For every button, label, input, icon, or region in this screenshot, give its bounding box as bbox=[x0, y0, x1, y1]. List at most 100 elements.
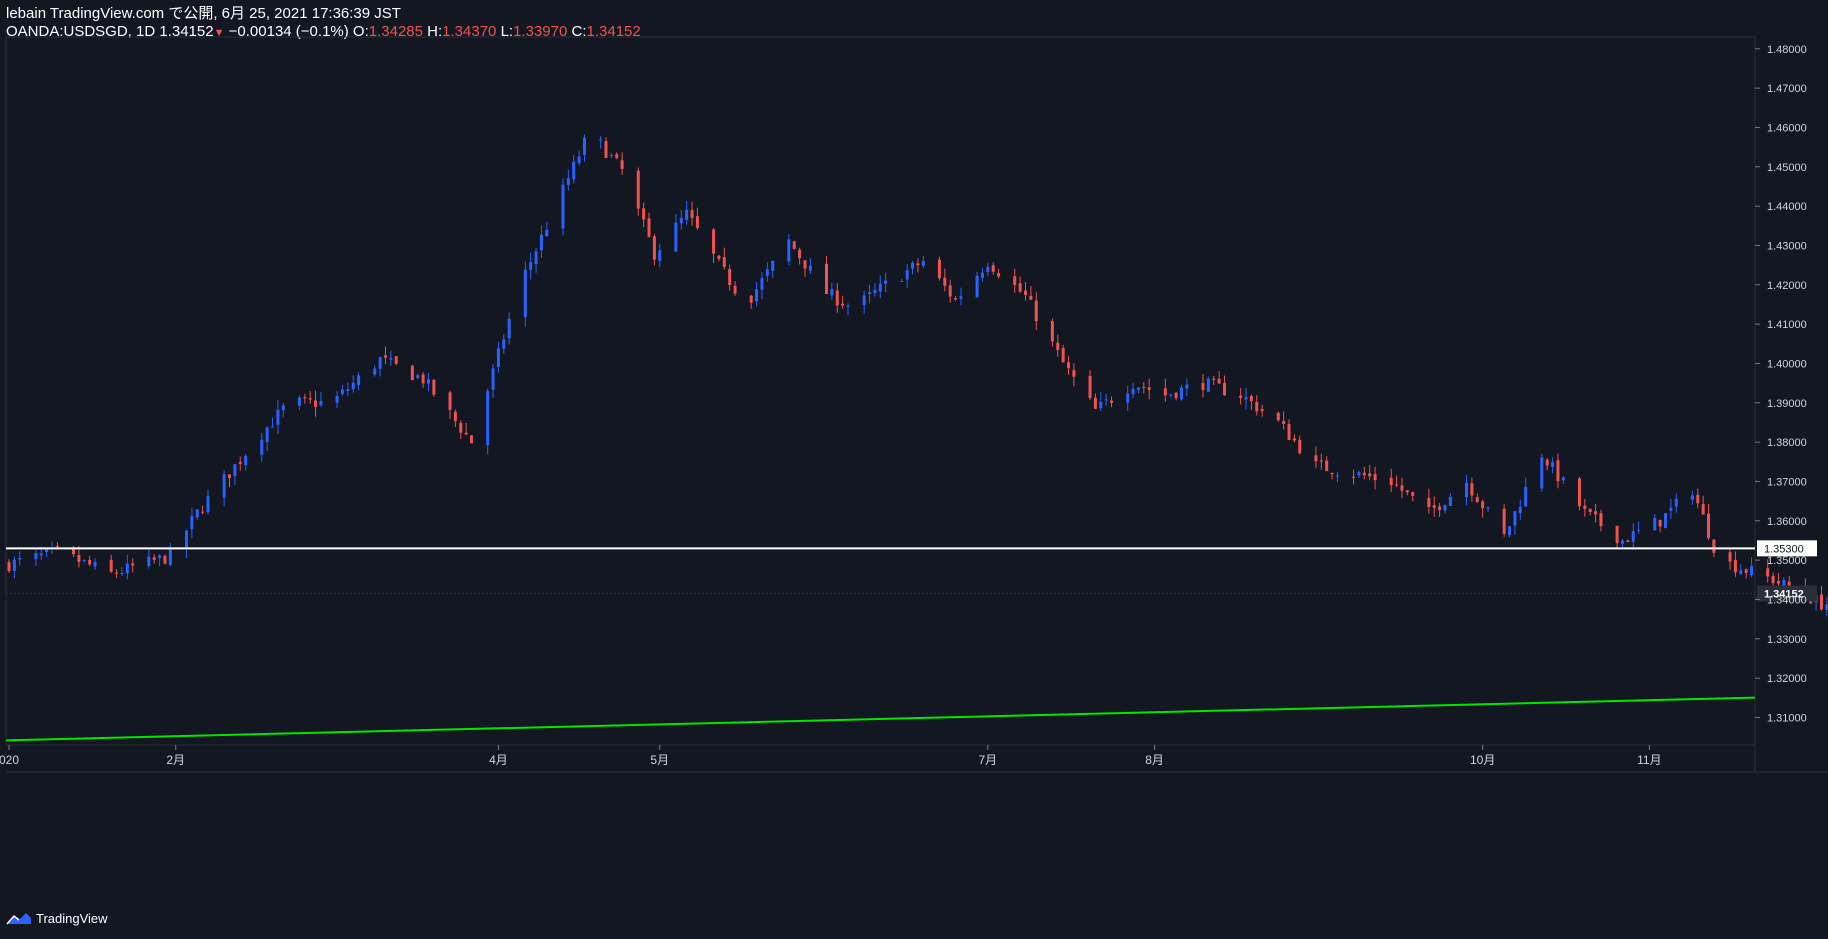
candle-body bbox=[792, 241, 796, 249]
candle-body bbox=[1739, 570, 1743, 574]
candle-body bbox=[539, 234, 543, 251]
candle-body bbox=[1244, 397, 1248, 400]
candles-group bbox=[7, 134, 1828, 617]
candle-body bbox=[502, 339, 506, 349]
candle-body bbox=[1179, 387, 1183, 400]
candle-body bbox=[1314, 455, 1318, 462]
time-axis[interactable]: 0202月4月5月7月8月10月11月20213月4月5月7月8月9月10月 bbox=[0, 745, 1828, 767]
time-tick-label: 11月 bbox=[1637, 753, 1661, 767]
candle-body bbox=[357, 375, 361, 385]
candle-body bbox=[868, 292, 872, 294]
candle-body bbox=[308, 398, 312, 400]
candle-body bbox=[1282, 421, 1286, 424]
candle-body bbox=[1335, 475, 1339, 477]
candle-body bbox=[943, 277, 947, 286]
candle-body bbox=[1674, 498, 1678, 507]
candle-body bbox=[1690, 495, 1694, 500]
candle-body bbox=[1733, 560, 1737, 573]
candle-body bbox=[1513, 511, 1517, 526]
candle-body bbox=[346, 389, 350, 392]
candle-body bbox=[1110, 400, 1114, 404]
candle-body bbox=[39, 553, 43, 556]
candle-body bbox=[464, 432, 468, 435]
candle-body bbox=[1664, 513, 1668, 528]
candle-body bbox=[1448, 496, 1452, 506]
candle-body bbox=[1319, 460, 1323, 462]
candle-body bbox=[712, 229, 716, 254]
candle-body bbox=[297, 397, 301, 406]
candle-body bbox=[1185, 384, 1189, 389]
candle-body bbox=[523, 269, 527, 318]
price-tick-label: 1.32000 bbox=[1767, 673, 1807, 685]
candle-body bbox=[1287, 424, 1291, 440]
candle-body bbox=[276, 409, 280, 425]
candle-body bbox=[1561, 477, 1565, 481]
candle-body bbox=[260, 439, 264, 455]
candle-body bbox=[1400, 485, 1404, 491]
candlestick-chart[interactable]: 1.353001.34152 1.310001.320001.330001.34… bbox=[0, 0, 1828, 939]
time-tick-label: 10月 bbox=[1470, 753, 1495, 767]
candle-body bbox=[55, 545, 59, 547]
candle-body bbox=[1276, 413, 1280, 421]
candle-body bbox=[1029, 295, 1033, 300]
candle-body bbox=[448, 392, 452, 410]
candle-body bbox=[679, 217, 683, 224]
candle-body bbox=[959, 296, 963, 299]
candle-body bbox=[1368, 473, 1372, 477]
candle-body bbox=[878, 283, 882, 292]
candle-body bbox=[1099, 401, 1103, 409]
candle-body bbox=[1432, 505, 1436, 508]
candle-body bbox=[722, 257, 726, 267]
candle-body bbox=[1556, 460, 1560, 482]
candle-body bbox=[1583, 505, 1587, 509]
candle-body bbox=[873, 290, 877, 294]
candle-body bbox=[561, 184, 565, 229]
price-tick-label: 1.46000 bbox=[1767, 122, 1807, 134]
candle-body bbox=[1395, 484, 1399, 486]
candle-body bbox=[620, 160, 624, 169]
candle-body bbox=[233, 464, 237, 477]
price-axis[interactable]: 1.31000 1.32000 1.33000 1.34000 1.35000 1.360… bbox=[1755, 44, 1807, 725]
candle-body bbox=[1744, 569, 1748, 573]
candle-body bbox=[1669, 507, 1673, 511]
candle-body bbox=[674, 222, 678, 252]
candle-body bbox=[1524, 486, 1528, 507]
tradingview-branding[interactable]: TradingView bbox=[6, 910, 108, 926]
candle-body bbox=[1438, 506, 1442, 511]
candle-body bbox=[921, 260, 925, 266]
time-tick-label: 2月 bbox=[166, 753, 185, 767]
candle-body bbox=[1104, 399, 1108, 401]
candle-body bbox=[1551, 462, 1555, 468]
candle-body bbox=[1782, 579, 1786, 586]
candle-body bbox=[803, 260, 807, 269]
candle-body bbox=[1712, 539, 1716, 553]
candle-body bbox=[1707, 513, 1711, 539]
price-tick-label: 1.48000 bbox=[1767, 44, 1807, 56]
candle-body bbox=[615, 154, 619, 159]
candle-body bbox=[222, 474, 226, 498]
candle-body bbox=[1013, 276, 1017, 286]
price-tick-label: 1.40000 bbox=[1767, 358, 1807, 370]
candle-body bbox=[948, 285, 952, 297]
candle-body bbox=[652, 236, 656, 260]
candle-body bbox=[271, 426, 275, 428]
candle-body bbox=[1750, 566, 1754, 576]
candle-body bbox=[980, 272, 984, 278]
candle-body bbox=[937, 259, 941, 279]
candle-body bbox=[604, 141, 608, 158]
candle-body bbox=[636, 170, 640, 209]
candle-body bbox=[1475, 497, 1479, 503]
candle-body bbox=[1819, 594, 1823, 610]
candle-body bbox=[808, 265, 812, 271]
candle-body bbox=[1631, 531, 1635, 542]
candle-body bbox=[1588, 508, 1592, 513]
candle-body bbox=[1411, 492, 1415, 496]
time-tick-label: 020 bbox=[0, 753, 19, 767]
candle-body bbox=[728, 269, 732, 286]
candle-body bbox=[1696, 494, 1700, 504]
candle-body bbox=[453, 411, 457, 422]
candle-body bbox=[755, 289, 759, 302]
candle-body bbox=[1260, 409, 1264, 412]
resistance-price-tag: 1.35300 bbox=[1764, 543, 1804, 555]
candle-body bbox=[158, 555, 162, 559]
